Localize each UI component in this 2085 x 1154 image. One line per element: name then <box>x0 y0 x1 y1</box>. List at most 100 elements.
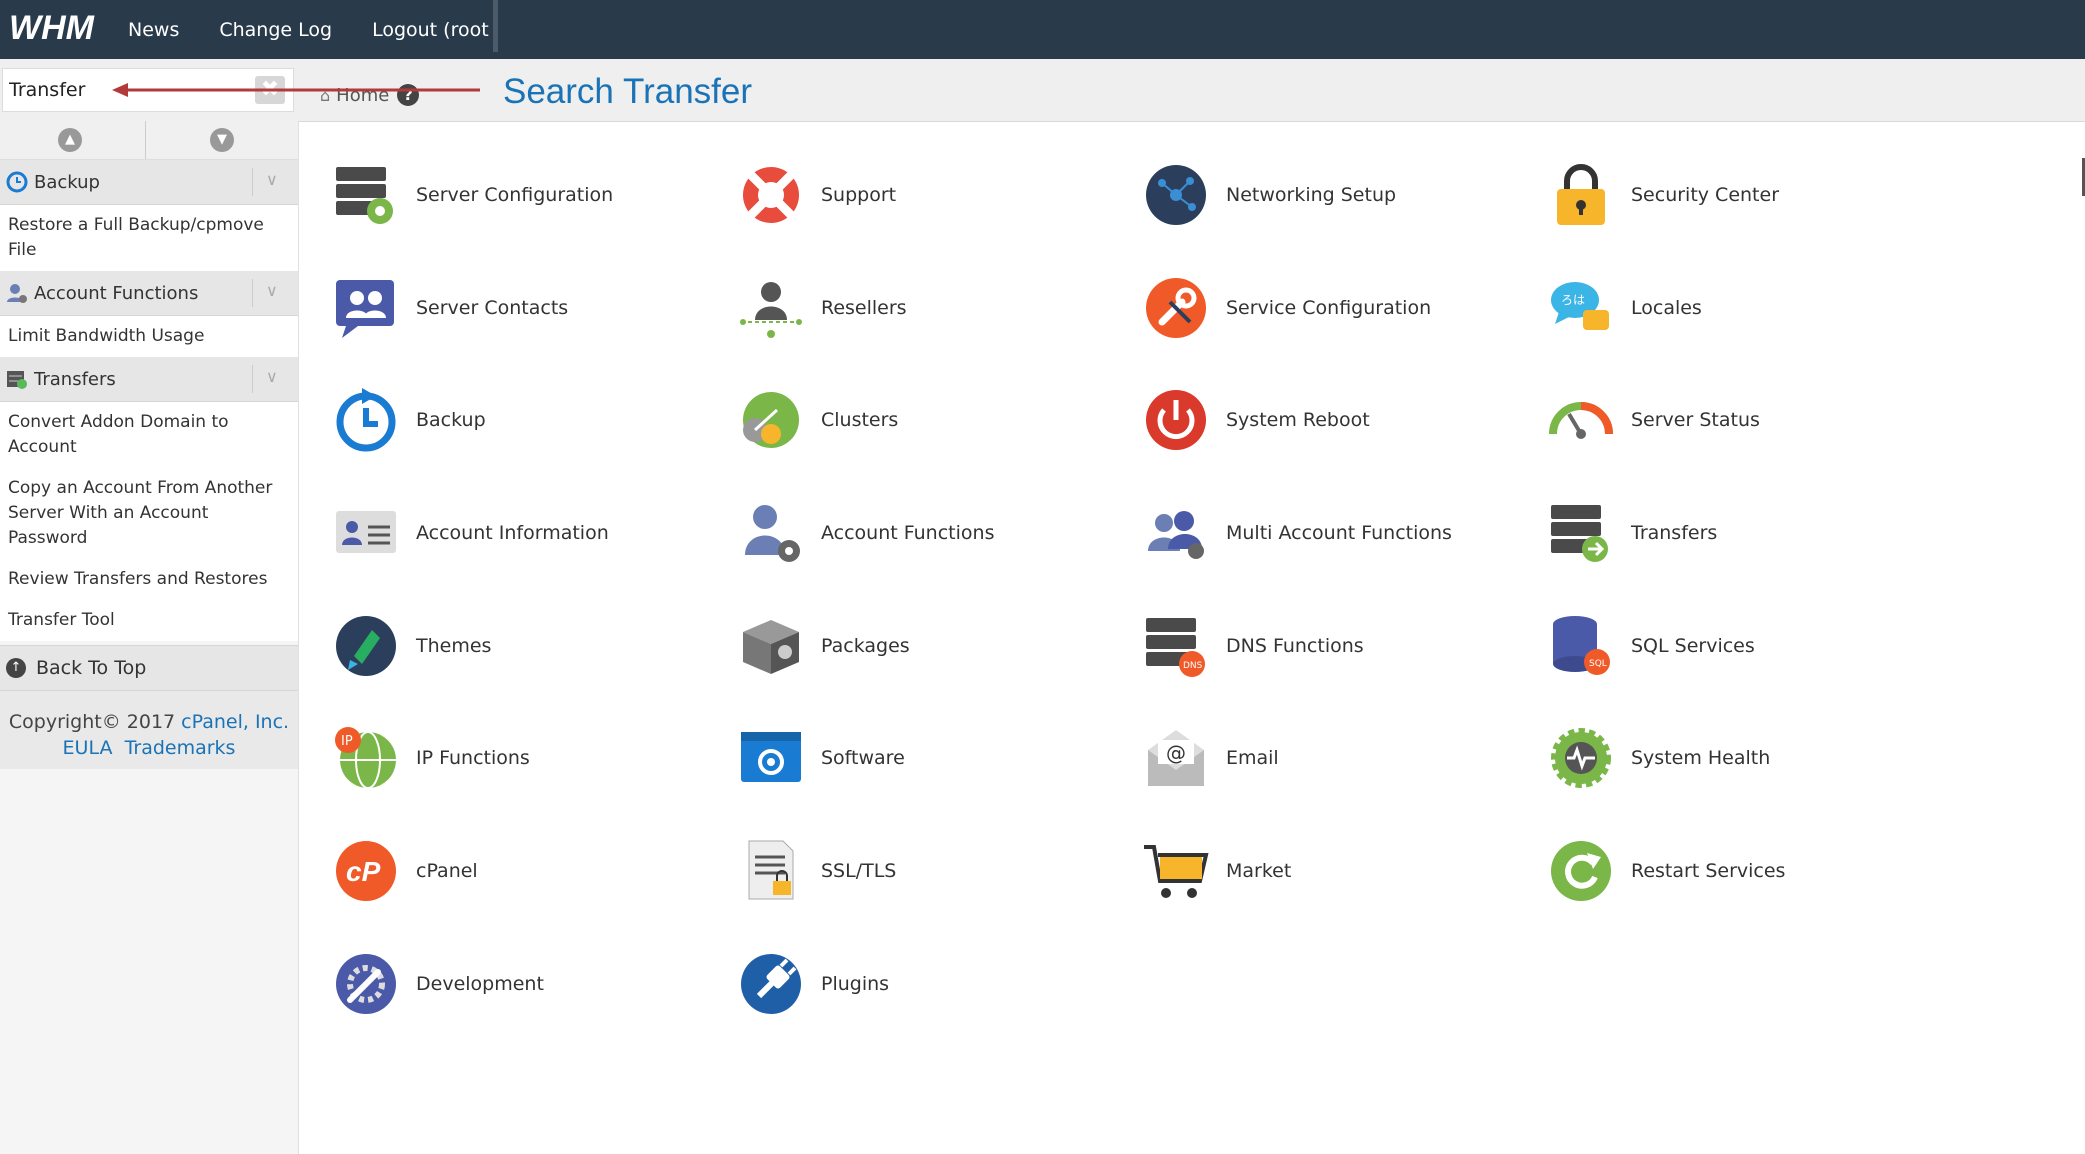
grid-item-support[interactable]: Support <box>737 155 1137 235</box>
copyright-text: Copyright© 2017 <box>8 711 176 733</box>
grid-item-ssl-tls[interactable]: SSL/TLS <box>737 831 1137 911</box>
eula-link[interactable]: EULA <box>63 737 113 759</box>
grid-item-label: Account Functions <box>821 522 995 544</box>
grid-item-networking-setup[interactable]: Networking Setup <box>1142 155 1542 235</box>
sidebar-section-label: Account Functions <box>34 282 199 304</box>
sidebar-link-restore-backup[interactable]: Restore a Full Backup/cpmove File <box>0 205 298 271</box>
sidebar-section-label: Transfers <box>34 368 116 390</box>
grid-item-label: Security Center <box>1631 184 1780 206</box>
grid-item-label: Plugins <box>821 973 890 995</box>
grid-item-account-functions[interactable]: Account Functions <box>737 493 1137 573</box>
grid-item-resellers[interactable]: Resellers <box>737 268 1137 348</box>
nav-news-link[interactable]: News <box>128 19 179 41</box>
expand-all-icon[interactable]: ▲ <box>58 128 82 152</box>
database-icon: SQL <box>1553 616 1610 675</box>
back-to-top-button[interactable]: ↑ Back To Top <box>0 645 298 691</box>
grid-item-software[interactable]: Software <box>737 718 1137 798</box>
whm-logo[interactable]: WHM <box>9 8 114 48</box>
restart-icon <box>1551 841 1611 901</box>
annotation-label: Search Transfer <box>503 72 752 111</box>
software-window-icon <box>741 732 801 782</box>
nav-changelog-link[interactable]: Change Log <box>219 19 332 41</box>
top-navbar: WHM News Change Log Logout (root <box>0 0 2085 59</box>
grid-item-label: Server Configuration <box>416 184 614 206</box>
chevron-down-icon[interactable]: ∨ <box>266 281 278 300</box>
arrow-up-icon: ↑ <box>6 658 26 678</box>
email-icon: @ <box>1148 730 1204 786</box>
grid-item-ip-functions[interactable]: IP IP Functions <box>332 718 732 798</box>
trademarks-link[interactable]: Trademarks <box>125 737 236 759</box>
grid-item-label: Support <box>821 184 897 206</box>
grid-item-security-center[interactable]: Security Center <box>1547 155 1947 235</box>
grid-item-packages[interactable]: Packages <box>737 606 1137 686</box>
divider <box>252 168 253 196</box>
grid-item-label: System Health <box>1631 747 1771 769</box>
grid-item-restart-services[interactable]: Restart Services <box>1547 831 1947 911</box>
nav-divider <box>493 0 498 52</box>
grid-item-development[interactable]: Development <box>332 944 732 1024</box>
grid-item-server-configuration[interactable]: Server Configuration <box>332 155 732 235</box>
user-gear-icon <box>745 505 800 562</box>
svg-text:SQL: SQL <box>1589 659 1607 669</box>
grid-item-sql-services[interactable]: SQL SQL Services <box>1547 606 1947 686</box>
backup-clock-icon <box>336 388 396 452</box>
grid-item-themes[interactable]: Themes <box>332 606 732 686</box>
grid-item-label: Clusters <box>821 409 899 431</box>
sidebar-section-label: Backup <box>34 171 100 193</box>
ssl-doc-icon <box>748 840 794 900</box>
user-gear-icon <box>7 284 27 303</box>
sidebar-link-transfer-tool[interactable]: Transfer Tool <box>0 600 298 641</box>
backup-icon <box>6 171 28 193</box>
grid-item-dns-functions[interactable]: DNS DNS Functions <box>1142 606 1542 686</box>
grid-item-label: cPanel <box>416 860 478 882</box>
locales-icon: ろは <box>1551 282 1609 330</box>
sidebar: ▲ ▼ Backup ∨ Restore a Full Backup/cpmov… <box>0 121 299 1154</box>
grid-item-cpanel[interactable]: cP cPanel <box>332 831 732 911</box>
sidebar-link-convert-addon[interactable]: Convert Addon Domain to Account <box>0 402 298 468</box>
sidebar-section-transfers[interactable]: Transfers ∨ <box>0 357 298 402</box>
grid-item-system-reboot[interactable]: System Reboot <box>1142 380 1542 460</box>
grid-item-email[interactable]: @ Email <box>1142 718 1542 798</box>
grid-item-transfers[interactable]: Transfers <box>1547 493 1947 573</box>
cpanel-inc-link[interactable]: cPanel, Inc. <box>181 711 289 733</box>
grid-item-label: Backup <box>416 409 486 431</box>
grid-item-label: Account Information <box>416 522 609 544</box>
ip-globe-icon: IP <box>335 727 396 789</box>
padlock-icon <box>1557 164 1605 225</box>
grid-item-market[interactable]: Market <box>1142 831 1542 911</box>
grid-item-multi-account-functions[interactable]: Multi Account Functions <box>1142 493 1542 573</box>
grid-item-label: SQL Services <box>1631 635 1755 657</box>
sidebar-link-limit-bandwidth[interactable]: Limit Bandwidth Usage <box>0 316 298 357</box>
grid-item-clusters[interactable]: Clusters <box>737 380 1137 460</box>
collapse-all-icon[interactable]: ▼ <box>210 128 234 152</box>
grid-item-label: DNS Functions <box>1226 635 1364 657</box>
grid-item-label: Email <box>1226 747 1279 769</box>
grid-item-label: Server Status <box>1631 409 1760 431</box>
sidebar-section-backup[interactable]: Backup ∨ <box>0 160 298 205</box>
grid-item-account-information[interactable]: Account Information <box>332 493 732 573</box>
grid-item-backup[interactable]: Backup <box>332 380 732 460</box>
grid-item-server-contacts[interactable]: Server Contacts <box>332 268 732 348</box>
grid-item-server-status[interactable]: Server Status <box>1547 380 1947 460</box>
sidebar-section-account-functions[interactable]: Account Functions ∨ <box>0 271 298 316</box>
chevron-down-icon[interactable]: ∨ <box>266 367 278 386</box>
cart-icon <box>1144 845 1209 898</box>
sidebar-footer: Copyright© 2017 cPanel, Inc. EULA Tradem… <box>0 691 298 769</box>
chevron-down-icon[interactable]: ∨ <box>266 170 278 189</box>
grid-item-system-health[interactable]: System Health <box>1547 718 1947 798</box>
nav-logout-link[interactable]: Logout (root <box>372 19 489 41</box>
sidebar-collapse-controls: ▲ ▼ <box>0 121 298 160</box>
grid-item-label: Locales <box>1631 297 1702 319</box>
svg-text:DNS: DNS <box>1183 661 1203 671</box>
grid-item-locales[interactable]: ろは Locales <box>1547 268 1947 348</box>
divider <box>252 279 253 307</box>
grid-item-label: Service Configuration <box>1226 297 1432 319</box>
multi-user-icon <box>1148 511 1204 559</box>
grid-item-service-configuration[interactable]: Service Configuration <box>1142 268 1542 348</box>
sidebar-link-copy-account[interactable]: Copy an Account From Another Server With… <box>0 468 298 559</box>
server-config-icon <box>336 167 393 224</box>
themes-icon <box>336 616 396 676</box>
grid-item-plugins[interactable]: Plugins <box>737 944 1137 1024</box>
wrench-icon <box>1146 278 1206 338</box>
sidebar-link-review-transfers[interactable]: Review Transfers and Restores <box>0 559 298 600</box>
